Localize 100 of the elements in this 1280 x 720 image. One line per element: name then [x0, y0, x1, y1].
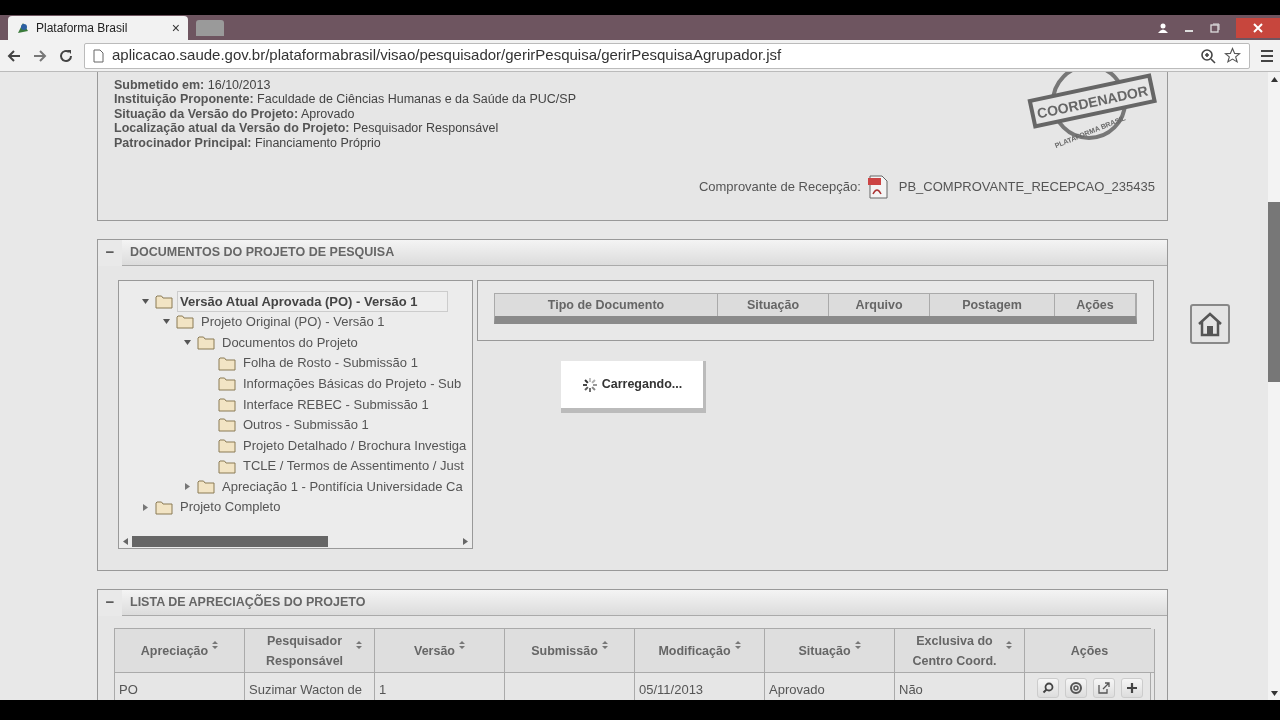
- section-title: LISTA DE APRECIAÇÕES DO PROJETO: [130, 593, 366, 612]
- column-header[interactable]: Apreciação: [115, 629, 245, 673]
- sort-icon[interactable]: [601, 641, 608, 649]
- column-title: Versão: [414, 642, 455, 660]
- user-icon[interactable]: [1158, 22, 1168, 33]
- folder-icon: [176, 314, 194, 330]
- scroll-right-icon[interactable]: [463, 537, 468, 545]
- external-link-button[interactable]: [1092, 678, 1115, 698]
- scrollbar-thumb[interactable]: [132, 535, 329, 547]
- scroll-up-icon[interactable]: [1270, 77, 1278, 82]
- folder-icon: [218, 396, 236, 412]
- tab-favicon-icon: [16, 21, 30, 35]
- tree-item[interactable]: Documentos do Projeto: [219, 331, 361, 354]
- column-header[interactable]: Exclusiva do Centro Coord.: [895, 629, 1025, 673]
- magnifier-button[interactable]: [1036, 678, 1059, 698]
- column-title: Apreciação: [140, 642, 209, 660]
- plus-button[interactable]: [1120, 678, 1143, 698]
- close-window-button[interactable]: [1236, 17, 1280, 38]
- info-field: Submetido em: 16/10/2013: [114, 78, 1027, 93]
- forward-icon[interactable]: [32, 47, 48, 64]
- close-icon: [1253, 22, 1263, 33]
- folder-icon: [155, 293, 173, 309]
- column-title: Exclusiva do Centro Coord.: [911, 632, 998, 670]
- plus-icon: [1124, 681, 1139, 695]
- scrollbar-thumb[interactable]: [1268, 202, 1280, 382]
- scroll-down-icon[interactable]: [1270, 691, 1278, 696]
- column-title: Ações: [1070, 642, 1109, 660]
- sort-icon[interactable]: [356, 641, 362, 649]
- receipt-label: Comprovante de Recepção:: [698, 178, 861, 197]
- folder-icon: [155, 499, 173, 515]
- info-field: Patrocinador Principal: Financiamento Próprio: [114, 135, 1027, 151]
- zoom-icon[interactable]: [1200, 47, 1216, 64]
- column-header[interactable]: Ações: [1025, 629, 1155, 673]
- tab-title: Plataforma Brasil: [36, 20, 129, 37]
- folder-icon: [218, 417, 236, 433]
- sort-icon[interactable]: [1006, 641, 1012, 649]
- tab-close-button[interactable]: ×: [171, 17, 180, 39]
- collapse-button[interactable]: −: [98, 589, 122, 616]
- column-header: Postagem: [930, 294, 1055, 316]
- column-header[interactable]: Submissão: [505, 629, 635, 673]
- sort-icon[interactable]: [459, 641, 465, 649]
- column-header: Ações: [1055, 294, 1136, 316]
- tree-item[interactable]: TCLE / Termos de Assentimento / Just: [240, 455, 467, 477]
- expander-icon[interactable]: [183, 483, 191, 491]
- folder-icon: [197, 479, 215, 495]
- tree-item[interactable]: Projeto Completo: [177, 496, 284, 518]
- column-title: Situação: [798, 642, 851, 660]
- page-icon: [93, 48, 104, 63]
- sort-icon[interactable]: [734, 641, 741, 649]
- menu-icon[interactable]: [1260, 48, 1274, 63]
- column-header[interactable]: Modificação: [635, 629, 765, 673]
- spinner-icon: [581, 376, 598, 393]
- reload-icon[interactable]: [58, 47, 74, 64]
- info-field: Instituição Proponente: Faculdade de Ciências Humanas e da Saúde da PUC/SP: [114, 92, 1027, 107]
- tree-item[interactable]: Outros - Submissão 1: [240, 414, 372, 436]
- collapse-button[interactable]: −: [98, 239, 122, 266]
- column-header: Arquivo: [829, 294, 930, 316]
- folder-icon: [218, 458, 236, 474]
- tree-item[interactable]: Informações Básicas do Projeto - Sub: [240, 372, 465, 395]
- external-link-icon: [1096, 681, 1111, 695]
- pdf-file-icon[interactable]: [866, 174, 889, 200]
- expander-icon[interactable]: [141, 297, 149, 305]
- sort-icon[interactable]: [212, 641, 219, 649]
- tree-item[interactable]: Folha de Rosto - Submissão 1: [240, 352, 421, 374]
- browser-tab[interactable]: Plataforma Brasil ×: [8, 16, 188, 40]
- expander-icon[interactable]: [162, 318, 170, 326]
- column-title: Submissão: [531, 642, 598, 660]
- star-icon[interactable]: [1224, 47, 1241, 64]
- back-icon[interactable]: [6, 47, 22, 64]
- expander-icon[interactable]: [141, 503, 149, 511]
- receipt-file-link[interactable]: PB_COMPROVANTE_RECEPCAO_235435: [898, 177, 1155, 197]
- loading-text: Carregando...: [601, 376, 683, 394]
- tree-item[interactable]: Projeto Original (PO) - Versão 1: [198, 311, 388, 333]
- home-button[interactable]: [1190, 304, 1230, 344]
- info-field: Situação da Versão do Projeto: Aprovado: [114, 106, 1027, 122]
- folder-icon: [218, 376, 236, 392]
- column-header: Situação: [718, 294, 829, 316]
- tree-item[interactable]: Versão Atual Aprovada (PO) - Versão 1: [177, 290, 449, 313]
- tree-item[interactable]: Projeto Detalhado / Brochura Investiga: [240, 434, 470, 457]
- vertical-scrollbar[interactable]: [1268, 72, 1280, 700]
- url-text: aplicacao.saude.gov.br/plataformabrasil/visao/pesquisador/gerirPesquisa/gerirPesquisaAgrupador.jsf: [112, 45, 783, 66]
- restore-icon[interactable]: [1210, 22, 1220, 33]
- section-title: DOCUMENTOS DO PROJETO DE PESQUISA: [130, 244, 395, 262]
- house-icon: [1196, 311, 1224, 337]
- folder-icon: [218, 437, 236, 453]
- column-header[interactable]: Pesquisador Responsável: [245, 629, 375, 673]
- column-header: Tipo de Documento: [495, 294, 718, 316]
- magnifier-icon: [1040, 681, 1055, 695]
- scroll-left-icon[interactable]: [123, 537, 128, 545]
- folder-icon: [197, 335, 215, 350]
- address-bar[interactable]: aplicacao.saude.gov.br/plataformabrasil/visao/pesquisador/gerirPesquisa/gerirPesquisaAgrupador.jsf: [84, 42, 1250, 69]
- expander-icon[interactable]: [183, 339, 191, 346]
- column-header[interactable]: Versão: [375, 629, 505, 673]
- folder-icon: [218, 355, 236, 371]
- sort-icon[interactable]: [854, 641, 861, 649]
- tree-item[interactable]: Interface REBEC - Submissão 1: [240, 393, 432, 415]
- column-header[interactable]: Situação: [765, 629, 895, 673]
- info-field: Localização atual da Versão do Projeto: Pesquisador Responsável: [114, 121, 1027, 136]
- column-title: Modificação: [658, 642, 731, 660]
- tree-item[interactable]: Apreciação 1 - Pontifícia Universidade Ca: [219, 475, 466, 498]
